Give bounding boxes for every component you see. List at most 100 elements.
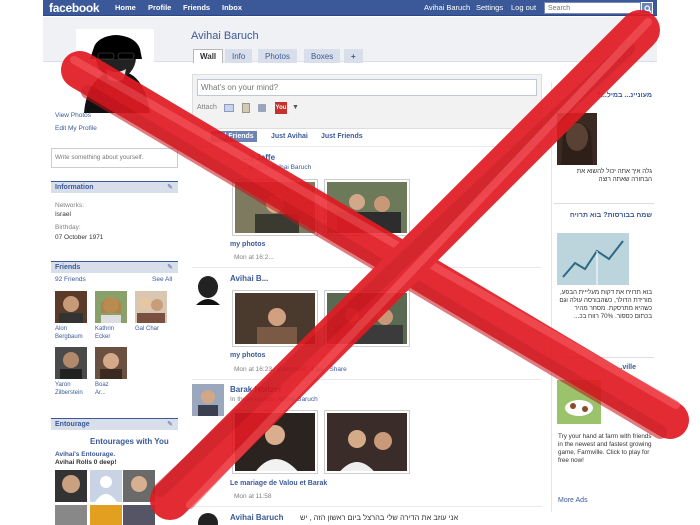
entourage-promo[interactable]: Entourages with You: [90, 437, 169, 446]
ad-image[interactable]: [557, 380, 601, 424]
video-attach-icon[interactable]: [242, 103, 250, 113]
friends-heading[interactable]: Friends: [55, 264, 80, 271]
tab-info[interactable]: Info: [225, 49, 253, 63]
edit-pencil-icon[interactable]: ✎: [167, 182, 173, 194]
nav-home[interactable]: Home: [115, 0, 136, 16]
link-attach-icon[interactable]: [258, 104, 266, 112]
more-ads-link[interactable]: More Ads: [558, 497, 588, 504]
post-photo[interactable]: [232, 290, 318, 347]
entourage-photo-placeholder[interactable]: [90, 470, 122, 502]
information-heading: Information: [55, 184, 94, 191]
comment-link[interactable]: Comment: [278, 366, 306, 373]
nav-profile[interactable]: Profile: [148, 0, 171, 16]
edit-profile-link[interactable]: Edit My Profile: [55, 125, 97, 132]
post-avatar[interactable]: [192, 273, 224, 305]
post-photo[interactable]: [324, 290, 410, 347]
tab-boxes[interactable]: Boxes: [304, 49, 341, 63]
networks-value: Israel: [55, 211, 71, 218]
entourage-title[interactable]: Avihai's Entourage.: [55, 451, 115, 458]
post-timestamp[interactable]: Mon at 11:58: [234, 493, 271, 500]
post-photo[interactable]: [232, 179, 318, 236]
entourage-photo[interactable]: [123, 470, 155, 502]
post-photo[interactable]: [232, 410, 318, 474]
filter-just-avihai[interactable]: Just Avihai: [268, 131, 311, 142]
chevron-down-icon[interactable]: ▼: [292, 104, 299, 111]
post-author[interactable]: Avihai Baruch: [230, 513, 284, 522]
edit-pencil-icon[interactable]: ✎: [167, 419, 173, 431]
entourage-photo[interactable]: [90, 505, 122, 525]
profile-name: Avihai Baruch: [191, 30, 259, 42]
networks-label: Networks:: [55, 202, 84, 209]
friend-name[interactable]: Gal Char: [135, 325, 159, 333]
friend-name[interactable]: Alon Bergbaum: [55, 325, 83, 341]
post-author[interactable]: Barak Holtzer: [230, 385, 282, 394]
ad-title[interactable]: שמח בבורסות? בוא תרויח: [554, 211, 652, 220]
feed-divider: [192, 506, 542, 507]
tagged-user-link[interactable]: Avihai Baruch: [271, 164, 311, 171]
friend-name[interactable]: Kathrin Ecker: [95, 325, 114, 341]
view-photos-link[interactable]: View Photos: [55, 112, 91, 119]
friends-box-header: Friends ✎: [51, 261, 178, 273]
friend-photo[interactable]: [135, 291, 167, 323]
post-avatar[interactable]: [192, 511, 224, 525]
ad-title[interactable]: מעוניינ... במיל...?: [554, 91, 652, 100]
filter-avihai-and-friends[interactable]: and Friends: [211, 131, 257, 142]
post-caption[interactable]: Le mariage de Valou et Barak: [230, 480, 327, 487]
post-tagged: ...photos: Avihai Baruch: [243, 164, 312, 171]
ad-image[interactable]: [557, 233, 629, 285]
post-timestamp[interactable]: Mon at 16:23: [234, 366, 272, 373]
post-tagged: In these photos: Avihai Baruch: [230, 396, 318, 403]
nav-friends[interactable]: Friends: [183, 0, 210, 16]
add-tab-button[interactable]: +: [344, 49, 363, 63]
ad-title[interactable]: ...ville: [554, 364, 636, 371]
facebook-logo[interactable]: facebook: [49, 0, 100, 16]
nav-inbox[interactable]: Inbox: [222, 0, 242, 16]
post-avatar[interactable]: [192, 384, 224, 416]
photo-attach-icon[interactable]: [224, 104, 234, 112]
post-caption[interactable]: my photos: [230, 241, 265, 248]
post-photo[interactable]: [324, 179, 410, 236]
tab-wall[interactable]: Wall: [193, 49, 224, 63]
top-bar: facebook Home Profile Friends Inbox Avih…: [0, 0, 700, 17]
search-input[interactable]: [544, 2, 641, 14]
birthday-label: Birthday:: [55, 224, 81, 231]
ad-image[interactable]: [557, 113, 597, 165]
friend-photo[interactable]: [95, 347, 127, 379]
friend-photo[interactable]: [55, 291, 87, 323]
entourage-photo[interactable]: [123, 505, 155, 525]
like-link[interactable]: Like: [312, 366, 324, 373]
post-timestamp[interactable]: Mon at 16:2...: [234, 254, 274, 261]
nav-settings[interactable]: Settings: [476, 0, 503, 16]
post-author[interactable]: Avihai B...: [230, 274, 268, 283]
entourage-photo[interactable]: [55, 505, 87, 525]
write-about-box[interactable]: Write something about yourself.: [51, 148, 178, 168]
friend-photo[interactable]: [55, 347, 87, 379]
see-all-friends-link[interactable]: See All: [152, 276, 172, 283]
friends-count-link[interactable]: 92 Friends: [55, 276, 86, 283]
youtube-icon[interactable]: You: [275, 102, 287, 114]
tagged-user-link[interactable]: Avihai Baruch: [278, 396, 318, 403]
edit-pencil-icon[interactable]: ✎: [167, 262, 173, 274]
entourage-subtitle: Avihai Rolls 0 deep!: [55, 459, 117, 466]
filter-just-friends[interactable]: Just Friends: [318, 131, 366, 142]
profile-picture[interactable]: [76, 29, 154, 113]
post-meta-row: Mon at 16:23 · Comment · Like · Share: [234, 366, 347, 373]
search-button[interactable]: [641, 2, 653, 14]
entourage-photo[interactable]: [55, 470, 87, 502]
post-author[interactable]: ...y Jaffe: [243, 153, 275, 162]
friend-photo[interactable]: [95, 291, 127, 323]
share-link[interactable]: Share: [329, 366, 346, 373]
friend-name[interactable]: Yaron Zilberstein: [55, 381, 83, 397]
nav-logout[interactable]: Log out: [511, 0, 536, 16]
post-caption[interactable]: my photos: [230, 352, 265, 359]
tab-photos[interactable]: Photos: [258, 49, 297, 63]
ad-text: גלה איך אתה יכול להשוא את הבחורה שאתה רו…: [576, 168, 652, 183]
feed-divider: [192, 267, 542, 268]
status-input[interactable]: What's on your mind?: [197, 79, 537, 96]
nav-user-name[interactable]: Avihai Baruch: [424, 0, 470, 16]
ad-text: בוא תרויח את דקות מעלייית הבפע, מורידת ה…: [559, 289, 652, 320]
information-box-header: Information ✎: [51, 181, 178, 193]
post-text: אני עוזב את הדירה שלי בהרצל ביום ראשון ה…: [300, 513, 459, 522]
friend-name[interactable]: Boaz Ar...: [95, 381, 109, 397]
post-photo[interactable]: [324, 410, 410, 474]
